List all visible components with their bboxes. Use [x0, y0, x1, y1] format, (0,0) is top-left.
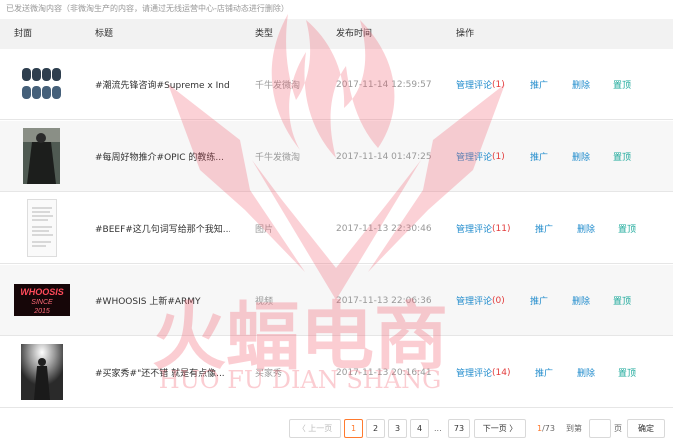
- post-type: 买家秀: [255, 369, 283, 379]
- table-header: 封面 标题 类型 发布时间 操作: [0, 19, 673, 49]
- page-button-3[interactable]: 3: [388, 419, 407, 438]
- notice-text: 已发送微淘内容（非微淘生产的内容，请通过无线运营中心-店铺动态进行删除）: [6, 4, 289, 13]
- manage-comments-label: 管理评论: [456, 81, 493, 91]
- next-page-button[interactable]: 下一页 〉: [474, 419, 526, 438]
- neon-line-3: 2015: [33, 308, 50, 315]
- total-pages: /73: [542, 424, 555, 433]
- post-time: 2017-11-14 12:59:57: [336, 79, 432, 90]
- confirm-button[interactable]: 确定: [627, 419, 665, 438]
- cover-thumbnail[interactable]: [21, 344, 63, 400]
- pager-status: 1/73: [537, 419, 555, 438]
- manage-comments-label: 管理评论: [456, 369, 493, 379]
- manage-comments-link[interactable]: 管理评论 (0): [456, 265, 505, 336]
- post-type: 图片: [255, 225, 274, 235]
- manage-comments-link[interactable]: 管理评论 (1): [456, 49, 505, 120]
- manage-comments-link[interactable]: 管理评论 (1): [456, 121, 505, 192]
- manage-comments-link[interactable]: 管理评论 (11): [456, 193, 511, 264]
- comment-count: (11): [492, 223, 511, 234]
- delete-link[interactable]: 删除: [572, 265, 590, 336]
- table-row: #每周好物推介#OPIC 的教练... 千牛发微淘 2017-11-14 01:…: [0, 121, 673, 192]
- post-title: #潮流先锋咨询#Supreme x Ind...: [95, 81, 230, 91]
- post-time: 2017-11-13 22:06:36: [336, 295, 432, 306]
- col-ops: 操作: [456, 29, 475, 39]
- delete-link[interactable]: 删除: [577, 337, 595, 408]
- manage-comments-label: 管理评论: [456, 225, 493, 235]
- delete-link[interactable]: 删除: [577, 193, 595, 264]
- post-title: #买家秀#"还不错 就是有点像...: [95, 369, 225, 379]
- cover-thumbnail[interactable]: [20, 66, 62, 102]
- pin-top-link[interactable]: 置顶: [618, 193, 636, 264]
- col-title: 标题: [95, 29, 114, 39]
- goto-page-input[interactable]: [589, 419, 611, 438]
- cover-thumbnail[interactable]: [23, 128, 60, 184]
- post-title: #BEEF#这几句词写给那个我知...: [95, 225, 230, 235]
- pin-top-link[interactable]: 置顶: [613, 265, 631, 336]
- page-button-2[interactable]: 2: [366, 419, 385, 438]
- goto-label: 到第: [566, 424, 582, 433]
- table-row: WHOOSIS SINCE 2015 #WHOOSIS 上新#ARMY 视频 2…: [0, 265, 673, 336]
- comment-count: (0): [492, 295, 505, 306]
- neon-line-2: SINCE: [31, 299, 53, 306]
- promote-link[interactable]: 推广: [530, 121, 548, 192]
- comment-count: (14): [492, 367, 511, 378]
- post-time: 2017-11-14 01:47:25: [336, 151, 432, 162]
- post-type: 视频: [255, 297, 274, 307]
- pager-ellipsis: ...: [434, 424, 442, 433]
- promote-link[interactable]: 推广: [530, 49, 548, 120]
- delete-link[interactable]: 删除: [572, 49, 590, 120]
- pin-top-link[interactable]: 置顶: [613, 49, 631, 120]
- post-title: #WHOOSIS 上新#ARMY: [95, 297, 201, 307]
- post-title: #每周好物推介#OPIC 的教练...: [95, 153, 224, 163]
- manage-comments-label: 管理评论: [456, 297, 493, 307]
- promote-link[interactable]: 推广: [535, 193, 553, 264]
- post-time: 2017-11-13 22:30:46: [336, 223, 432, 234]
- post-time: 2017-11-13 20:16:41: [336, 367, 432, 378]
- manage-comments-link[interactable]: 管理评论 (14): [456, 337, 511, 408]
- neon-line-1: WHOOSIS: [20, 287, 64, 297]
- table-row: #BEEF#这几句词写给那个我知... 图片 2017-11-13 22:30:…: [0, 193, 673, 264]
- cover-thumbnail[interactable]: WHOOSIS SINCE 2015: [14, 284, 70, 316]
- col-type: 类型: [255, 29, 274, 39]
- post-type: 千牛发微淘: [255, 153, 301, 163]
- prev-page-button[interactable]: 〈 上一页: [289, 419, 341, 438]
- col-time: 发布时间: [336, 29, 373, 39]
- table-row: #潮流先锋咨询#Supreme x Ind... 千牛发微淘 2017-11-1…: [0, 49, 673, 120]
- comment-count: (1): [492, 151, 505, 162]
- delete-link[interactable]: 删除: [572, 121, 590, 192]
- page-unit-label: 页: [614, 424, 622, 433]
- pagination: 〈 上一页 1 2 3 4 ... 73 下一页 〉 1/73 到第 页 确定: [0, 419, 673, 439]
- page-button-last[interactable]: 73: [448, 419, 470, 438]
- post-type: 千牛发微淘: [255, 81, 301, 91]
- manage-comments-label: 管理评论: [456, 153, 493, 163]
- cover-thumbnail[interactable]: [27, 199, 57, 257]
- col-cover: 封面: [14, 29, 33, 39]
- table-row: #买家秀#"还不错 就是有点像... 买家秀 2017-11-13 20:16:…: [0, 337, 673, 408]
- page-button-4[interactable]: 4: [410, 419, 429, 438]
- pin-top-link[interactable]: 置顶: [613, 121, 631, 192]
- page-button-1[interactable]: 1: [344, 419, 363, 438]
- comment-count: (1): [492, 79, 505, 90]
- promote-link[interactable]: 推广: [530, 265, 548, 336]
- pin-top-link[interactable]: 置顶: [618, 337, 636, 408]
- promote-link[interactable]: 推广: [535, 337, 553, 408]
